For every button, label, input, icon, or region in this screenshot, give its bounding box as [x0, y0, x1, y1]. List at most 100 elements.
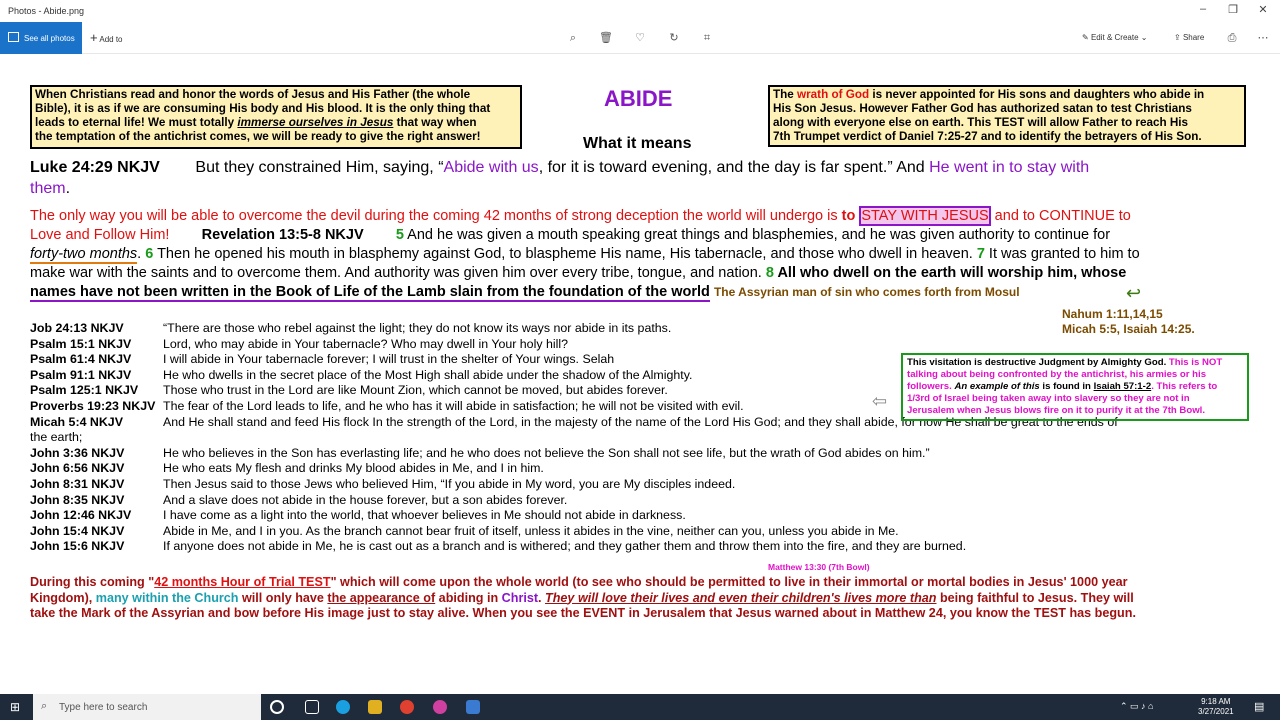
taskbar-search[interactable]: ⌕ Type here to search — [33, 694, 261, 720]
verse-ref: Psalm 91:1 NKJV — [30, 367, 132, 382]
system-tray-icons[interactable]: ⌃ ▭ ♪ ⌂ — [1120, 701, 1153, 712]
verse-ref: Micah 5:4 NKJV — [30, 414, 123, 429]
title-bar: Photos - Abide.png – ❐ ✕ — [0, 0, 1280, 22]
text: the appearance of — [327, 590, 436, 605]
zoom-icon[interactable]: ⌕ — [566, 31, 580, 45]
text: , for it is toward evening, and the day … — [538, 159, 930, 176]
chrome-icon[interactable] — [400, 700, 414, 714]
text: . — [538, 590, 546, 605]
text: forty-two months — [30, 246, 138, 264]
delete-icon[interactable]: 🗑 — [599, 31, 613, 45]
minimize-button[interactable]: – — [1188, 3, 1218, 19]
box-text: . This refers to — [1151, 381, 1218, 392]
text: names have not been written in the Book … — [30, 284, 710, 302]
text: take the Mark of the Assyrian and bow be… — [30, 606, 1136, 620]
verse-row: John 3:36 NKJV He who believes in the Son… — [30, 446, 930, 461]
verse-ref: Psalm 125:1 NKJV — [30, 383, 139, 398]
text: will only have — [238, 590, 328, 605]
notification-icon[interactable]: ▤ — [1254, 700, 1264, 713]
add-to-label: Add to — [99, 35, 123, 44]
verse-row: Job 24:13 NKJV “There are those who rebel… — [30, 321, 671, 336]
share-label: Share — [1182, 33, 1205, 42]
verse-ref: John 8:35 NKJV — [30, 492, 125, 507]
window-title: Photos - Abide.png — [8, 6, 85, 16]
heart-icon[interactable]: ♡ — [633, 31, 647, 45]
maximize-button[interactable]: ❐ — [1218, 3, 1248, 19]
rotate-icon[interactable]: ↻ — [667, 31, 681, 45]
edit-create-button[interactable]: ✎ Edit & Create ⌄ — [1082, 22, 1147, 54]
page-title: ABIDE — [604, 86, 673, 111]
verse-row: John 12:46 NKJV I have come as a light in… — [30, 508, 686, 523]
add-to-button[interactable]: + Add to — [90, 22, 123, 54]
windows-start-icon[interactable]: ⊞ — [10, 700, 24, 714]
box-text: wrath of God — [797, 88, 870, 101]
verse-ref: Job 24:13 NKJV — [30, 321, 124, 335]
share-icon: ⇪ — [1174, 33, 1181, 42]
text: They will love their lives and even thei… — [545, 590, 937, 605]
text: Then he opened his mouth in blasphemy ag… — [153, 246, 977, 262]
text: The only way you will be able to overcom… — [30, 208, 842, 224]
search-icon: ⌕ — [41, 700, 48, 712]
edge-icon[interactable] — [336, 700, 350, 714]
text: being faithful to Jesus. They will — [936, 590, 1134, 605]
verse-row: Psalm 15:1 NKJV Lord, who may abide in Yo… — [30, 337, 568, 352]
box-text: This visitation is destructive Judgment … — [907, 357, 1169, 368]
text: them — [30, 180, 66, 197]
box-text: is never appointed for His sons and daug… — [869, 88, 1205, 101]
box-text: will allow Father to reach His — [1024, 116, 1189, 129]
clock[interactable]: 9:18 AM 3/27/2021 — [1198, 697, 1234, 717]
text: He went in to stay with — [929, 159, 1090, 176]
arrow-left-icon: ⇦ — [872, 391, 888, 411]
cortana-icon[interactable] — [270, 700, 284, 714]
edit-icon: ✎ — [1082, 33, 1089, 42]
box-text: This is NOT — [1168, 357, 1223, 368]
box-text: that way when — [393, 116, 477, 129]
more-icon[interactable]: ⋯ — [1256, 31, 1270, 45]
toolbar: See all photos + Add to ⌕ 🗑 ♡ ↻ ⌗ ✎ Edit… — [0, 22, 1280, 54]
revelation-paragraph: The only way you will be able to overcom… — [30, 206, 1260, 302]
box-text: 1/3rd of Israel being taken away into sl… — [907, 393, 1190, 404]
verse-row: Psalm 125:1 NKJV Those who trust in the L… — [30, 383, 668, 398]
text: Micah 5:5, Isaiah 14:25. — [1062, 322, 1195, 336]
text: Kingdom), — [30, 590, 96, 605]
text: to — [841, 208, 860, 224]
verse-row: Proverbs 19:23 NKJV The fear of the Lord … — [30, 399, 744, 414]
verse-text: “There are those who rebel against the l… — [163, 321, 672, 335]
task-view-icon[interactable] — [305, 700, 319, 714]
box-text: along with everyone else on earth. This — [773, 116, 995, 129]
verse-text: He who eats My flesh and drinks My blood… — [163, 461, 544, 476]
verse-row: Psalm 61:4 NKJV I will abide in Your tabe… — [30, 352, 614, 367]
print-icon[interactable]: ⎙ — [1225, 31, 1239, 45]
verse-text: Then Jesus said to those Jews who believ… — [163, 477, 736, 491]
verse-row: John 15:4 NKJV Abide in Me, and I in you.… — [30, 524, 899, 539]
crop-icon[interactable]: ⌗ — [700, 31, 714, 45]
verse-ref: John 15:6 NKJV — [30, 539, 125, 554]
close-button[interactable]: ✕ — [1248, 3, 1278, 19]
info-box-left: When Christians read and honor the words… — [30, 85, 522, 149]
text: During this coming " — [30, 575, 155, 589]
box-text: Jerusalem when Jesus blows fire on it to… — [907, 405, 1205, 416]
verse-ref: John 15:4 NKJV — [30, 523, 125, 538]
verse-text: I have come as a light into the world, t… — [163, 508, 686, 523]
text: . — [65, 180, 71, 197]
see-all-label: See all photos — [24, 34, 75, 43]
taskbar: ⊞ ⌕ Type here to search ⌃ ▭ ♪ ⌂ 9:18 AM 3… — [0, 694, 1280, 720]
app-icon[interactable] — [433, 700, 447, 714]
verse-text: The fear of the Lord leads to life, and … — [163, 399, 744, 413]
verse-text: Abide in Me, and I in you. As the branch… — [163, 523, 899, 538]
box-text: leads to eternal life! We must totally — [35, 116, 238, 129]
box-text: The — [773, 88, 798, 101]
share-button[interactable]: ⇪ Share — [1174, 22, 1204, 54]
edit-create-label: Edit & Create — [1090, 33, 1139, 42]
verse-row: Psalm 91:1 NKJV He who dwells in the secr… — [30, 368, 692, 383]
box-text: immerse ourselves in Jesus — [237, 116, 394, 129]
photos-app-icon[interactable] — [466, 700, 480, 714]
green-note-box: This visitation is destructive Judgment … — [901, 353, 1249, 421]
verse-row: John 15:6 NKJV If anyone does not abide i… — [30, 539, 966, 554]
text: 7 — [976, 246, 985, 262]
see-all-photos-button[interactable]: See all photos — [0, 22, 82, 54]
text: " which will come upon the whole world (… — [330, 575, 1128, 589]
file-explorer-icon[interactable] — [368, 700, 382, 714]
verse-row: John 8:31 NKJV Then Jesus said to those J… — [30, 477, 735, 492]
verse-text: And a slave does not abide in the house … — [163, 492, 568, 507]
